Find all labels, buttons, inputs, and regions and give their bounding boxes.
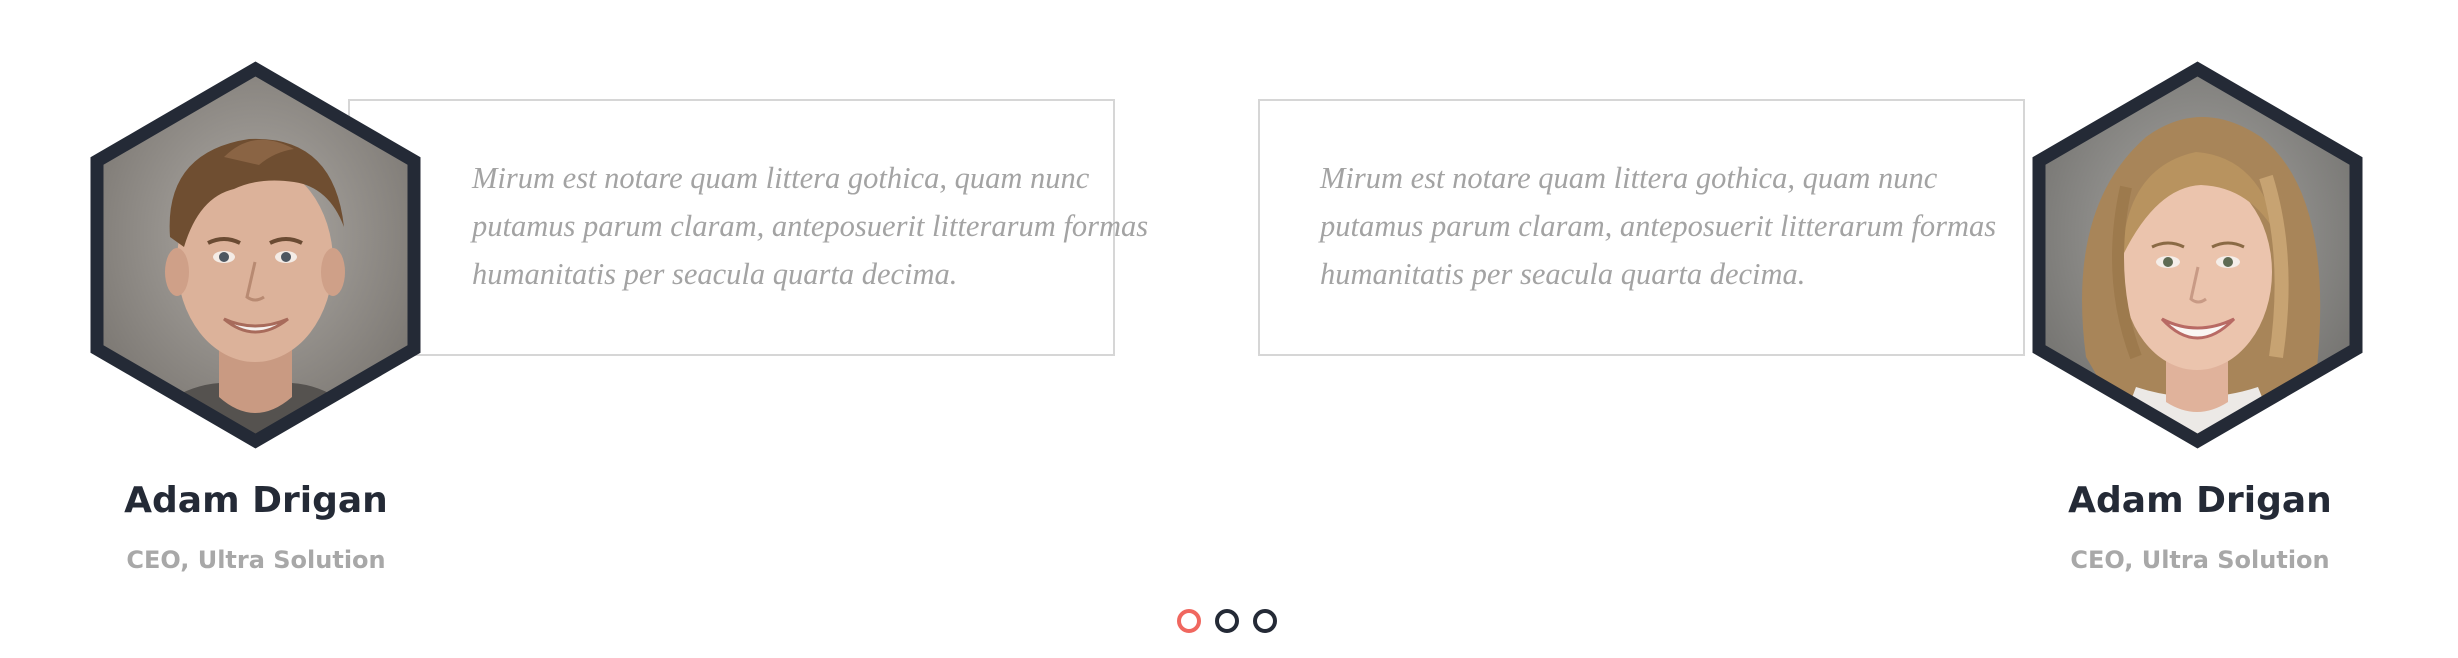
testimonial-author-name: Adam Drigan — [2068, 480, 2332, 521]
slider-pagination — [1177, 609, 1277, 633]
hexagon-avatar — [84, 57, 427, 453]
female-portrait-photo — [2032, 61, 2363, 449]
slider-dot-3[interactable] — [1253, 609, 1277, 633]
testimonial-quote: Mirum est notare quam littera gothica, q… — [1320, 161, 1997, 291]
testimonial-slider: Mirum est notare quam littera gothica, q… — [0, 0, 2458, 658]
slider-dot-2[interactable] — [1215, 609, 1239, 633]
testimonial-quote-box: Mirum est notare quam littera gothica, q… — [348, 99, 1148, 356]
testimonial-author-name: Adam Drigan — [124, 480, 388, 521]
hexagon-avatar — [2026, 57, 2369, 453]
testimonial-quote: Mirum est notare quam littera gothica, q… — [472, 161, 1149, 291]
testimonial-quote-box: Mirum est notare quam littera gothica, q… — [1258, 99, 2025, 356]
male-portrait-photo — [90, 61, 421, 449]
testimonial-author-role: CEO, Ultra Solution — [126, 546, 386, 574]
testimonial-author-role: CEO, Ultra Solution — [2070, 546, 2330, 574]
slider-dot-1[interactable] — [1177, 609, 1201, 633]
